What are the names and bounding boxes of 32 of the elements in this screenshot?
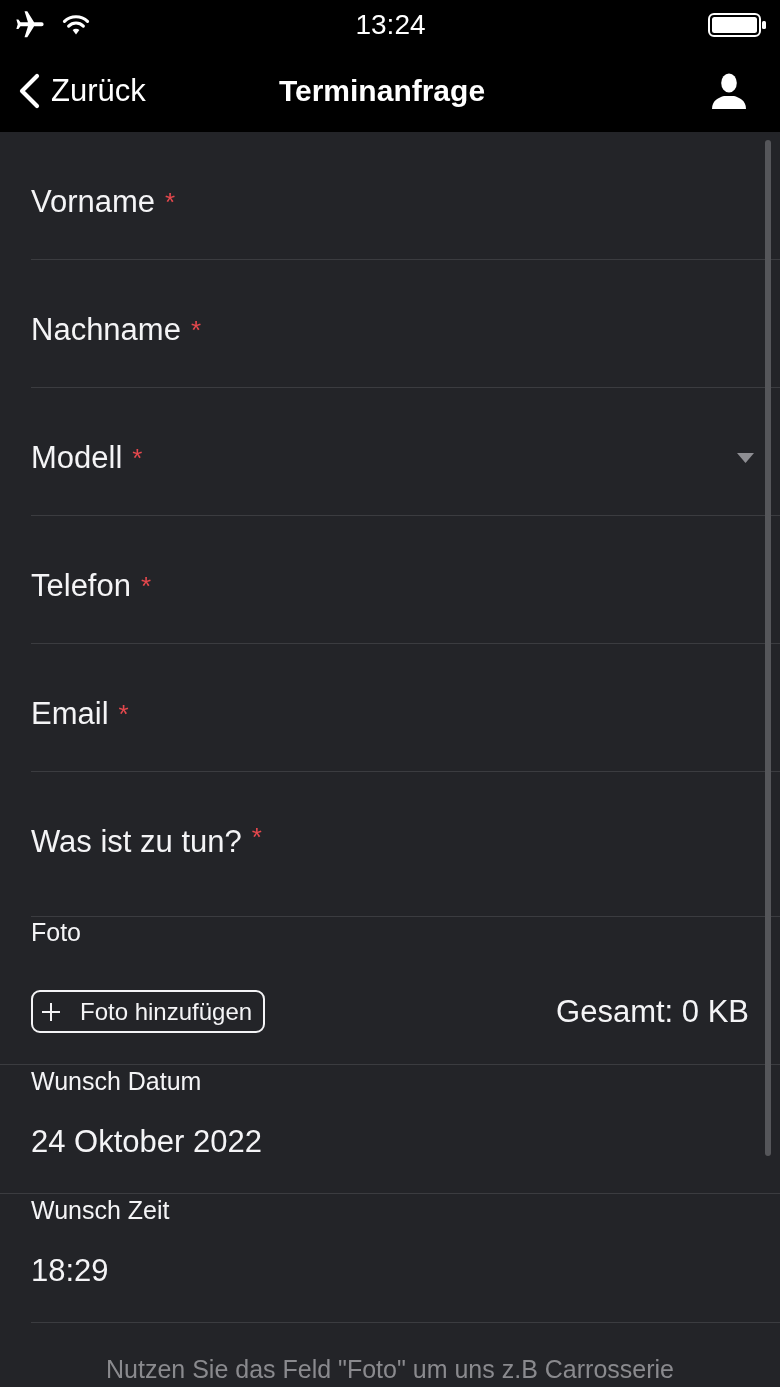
picker-field[interactable]: Wunsch Zeit 18:29 (31, 1194, 780, 1322)
required-mark: * (251, 824, 262, 850)
field-label: Telefon (31, 568, 131, 604)
person-icon[interactable] (712, 73, 746, 109)
add-photo-button[interactable]: Foto hinzufügen (31, 990, 266, 1033)
clock-time: 13:24 (355, 8, 426, 42)
back-button[interactable]: Zurück (18, 73, 146, 109)
field-value: 18:29 (31, 1252, 109, 1290)
chevron-left-icon (18, 73, 40, 109)
caret-down-icon (737, 453, 754, 463)
field-label: Wunsch Datum (31, 1066, 202, 1096)
required-mark: * (190, 317, 202, 343)
field-label: Was ist zu tun? (31, 824, 242, 860)
field-label: Wunsch Zeit (31, 1195, 170, 1225)
required-mark: * (132, 445, 143, 471)
section-label: Foto (31, 917, 82, 947)
field-label: Nachname (31, 312, 181, 348)
picker-field[interactable]: Wunsch Datum 24 Oktober 2022 (31, 1065, 780, 1193)
total-size-text: Gesamt: 0 KB (556, 993, 749, 1030)
required-mark: * (165, 189, 176, 215)
screen-title: Terminanfrage (278, 73, 486, 109)
field-label: Modell (31, 440, 123, 476)
plus-icon (42, 1002, 60, 1021)
battery-icon (708, 13, 766, 37)
required-mark: * (140, 573, 152, 599)
wifi-icon (62, 14, 90, 36)
field-label: Email (31, 696, 109, 732)
required-mark: * (118, 701, 129, 727)
field-label: Vorname (31, 184, 156, 220)
hint-text: Nutzen Sie das Feld "Foto" um uns z.B Carrosserie (106, 1354, 674, 1384)
field-value: 24 Oktober 2022 (31, 1123, 262, 1161)
airplane-icon (15, 10, 45, 40)
